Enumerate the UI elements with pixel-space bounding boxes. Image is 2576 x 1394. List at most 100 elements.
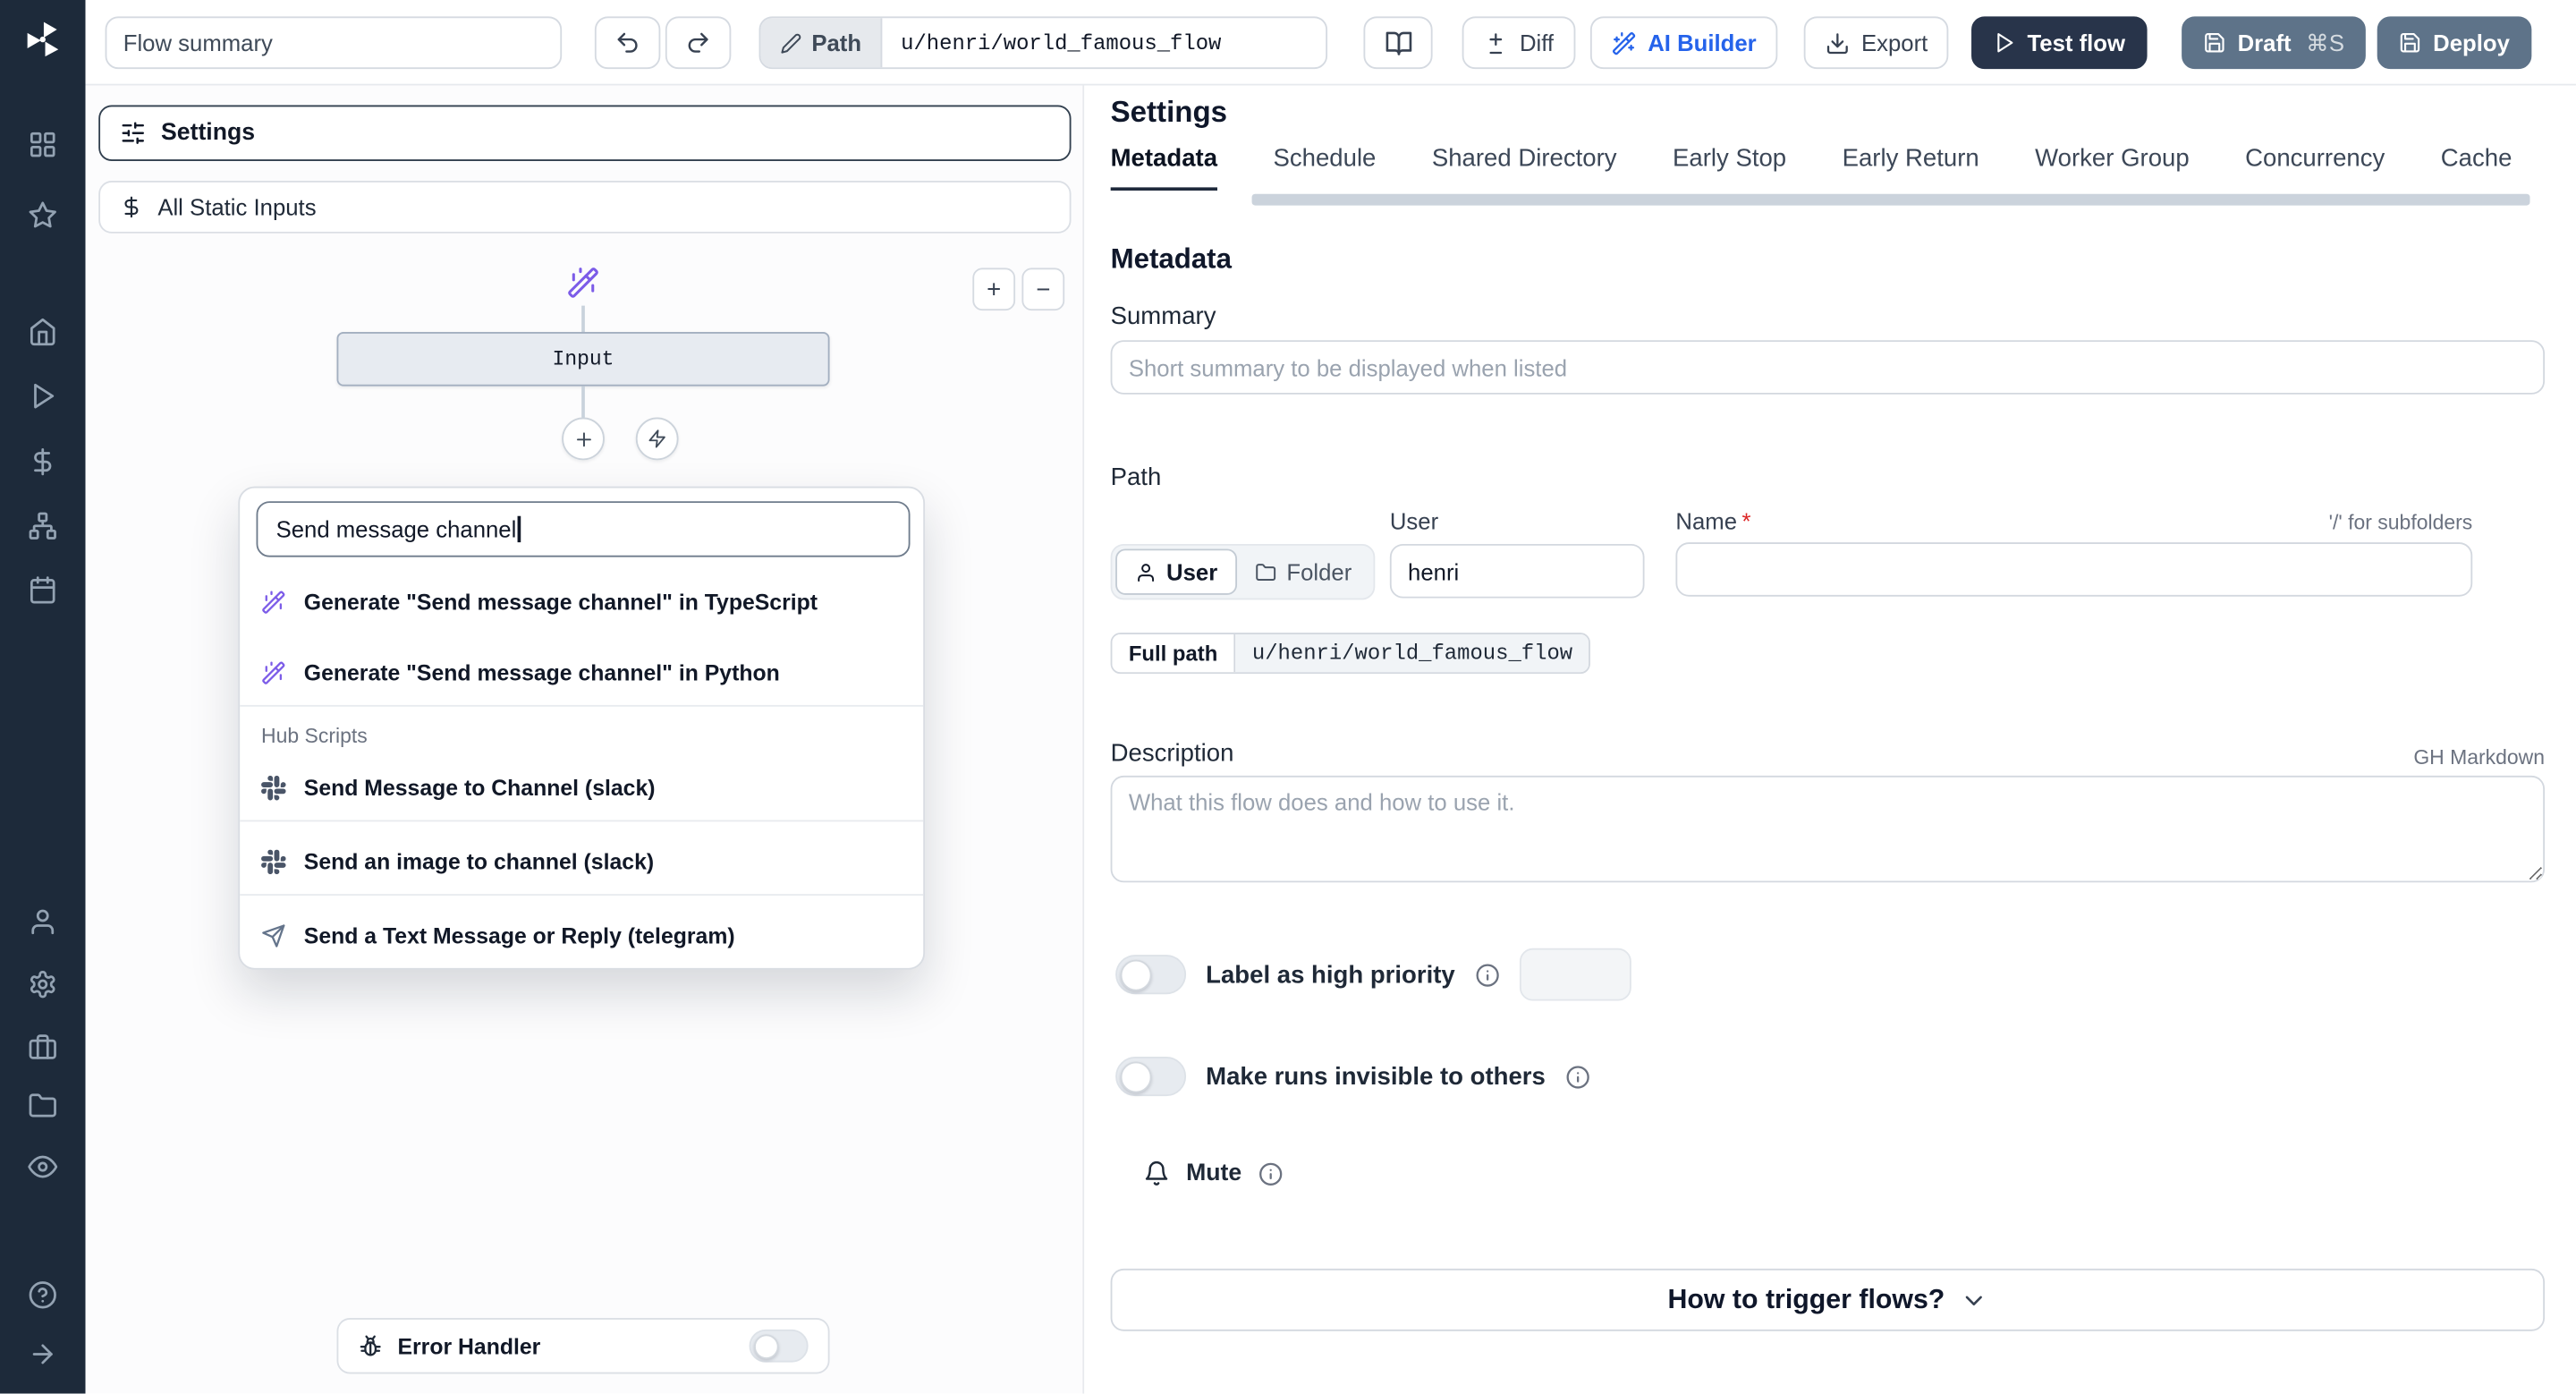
tab-early-stop[interactable]: Early Stop [1673, 145, 1786, 191]
test-flow-button[interactable]: Test flow [1971, 16, 2147, 70]
input-node-label: Input [552, 347, 614, 371]
ai-flow-node[interactable] [567, 267, 600, 300]
high-priority-row: Label as high priority [1115, 948, 1631, 1001]
ai-builder-button[interactable]: AI Builder [1589, 16, 1778, 70]
user-input[interactable] [1389, 543, 1645, 599]
error-handler-node[interactable]: Error Handler [336, 1318, 830, 1374]
info-icon[interactable] [1565, 1064, 1590, 1089]
flow-summary-input[interactable] [105, 16, 563, 70]
invisible-runs-toggle[interactable] [1115, 1056, 1187, 1097]
tab-cache[interactable]: Cache [2441, 145, 2512, 191]
full-path-label: Full path [1112, 633, 1236, 673]
path-value[interactable]: u/henri/world_famous_flow [883, 18, 1326, 67]
hub-telegram-item[interactable]: Send a Text Message or Reply (telegram) [240, 902, 923, 967]
pencil-icon [781, 32, 801, 53]
nav-collapse[interactable] [0, 1324, 86, 1383]
owner-kind-toggle: User Folder [1110, 543, 1376, 600]
tab-worker-group[interactable]: Worker Group [2035, 145, 2190, 191]
toggle-knob [1120, 958, 1152, 990]
zoom-out-button[interactable]: − [1021, 268, 1065, 311]
edit-path-button[interactable]: Path [760, 18, 883, 68]
nav-home[interactable] [0, 302, 86, 361]
step-search-dropdown: Send message channel Generate "Send mess… [238, 486, 926, 970]
tabs-scrollbar[interactable] [1251, 193, 2530, 206]
info-icon[interactable] [1258, 1161, 1284, 1186]
app: Path u/henri/world_famous_flow Diff AI B… [0, 0, 2576, 1394]
export-button[interactable]: Export [1803, 16, 1950, 70]
nav-workers[interactable] [0, 1017, 86, 1076]
nav-folders[interactable] [0, 1076, 86, 1135]
invisible-runs-label: Make runs invisible to others [1206, 1062, 1546, 1091]
summary-input[interactable] [1110, 340, 2546, 395]
zoom-in-button[interactable]: + [972, 268, 1016, 311]
description-label: Description [1110, 739, 1234, 768]
docs-button[interactable] [1363, 16, 1433, 70]
result-label: Send a Text Message or Reply (telegram) [303, 922, 735, 948]
nav-user[interactable] [0, 892, 86, 951]
tab-metadata[interactable]: Metadata [1110, 145, 1218, 191]
nav-flows[interactable] [0, 497, 86, 556]
name-input[interactable] [1675, 542, 2473, 597]
nav-schedules[interactable] [0, 560, 86, 619]
user-icon [31, 909, 55, 935]
nav-audit[interactable] [0, 1137, 86, 1196]
wand-sparkles-icon [262, 661, 285, 684]
nav-runs[interactable] [0, 367, 86, 426]
hub-slack-image-item[interactable]: Send an image to channel (slack) [240, 830, 924, 897]
description-textarea[interactable] [1110, 775, 2546, 883]
hub-scripts-label: Hub Scripts [261, 724, 368, 748]
nav-help[interactable] [0, 1265, 86, 1324]
tab-schedule[interactable]: Schedule [1273, 145, 1376, 191]
windmill-logo[interactable] [0, 18, 86, 61]
error-handler-label: Error Handler [397, 1333, 541, 1359]
result-label: Generate "Send message channel" in TypeS… [303, 589, 818, 615]
info-icon[interactable] [1475, 962, 1500, 987]
step-search-input[interactable]: Send message channel [256, 501, 911, 557]
mute-label[interactable]: Mute [1186, 1160, 1241, 1186]
folder-icon [1256, 563, 1276, 581]
hub-slack-message-item[interactable]: Send Message to Channel (slack) [240, 756, 924, 822]
add-step-button[interactable] [562, 417, 605, 461]
subfolder-hint: '/' for subfolders [2328, 511, 2473, 534]
nav-settings[interactable] [0, 955, 86, 1014]
owner-kind-user-button[interactable]: User [1115, 548, 1238, 595]
deploy-label: Deploy [2433, 30, 2510, 56]
high-priority-toggle[interactable] [1115, 955, 1187, 995]
gear-icon [30, 971, 55, 999]
diff-button[interactable]: Diff [1462, 16, 1575, 70]
undo-icon [617, 32, 638, 53]
tab-shared-directory[interactable]: Shared Directory [1432, 145, 1617, 191]
static-inputs-label: All Static Inputs [157, 193, 317, 221]
bug-icon [360, 1334, 381, 1356]
draft-button[interactable]: Draft ⌘S [2182, 16, 2366, 70]
owner-kind-user-label: User [1166, 558, 1218, 585]
flow-graph-panel: Settings All Static Inputs + − Input Sen… [85, 85, 1085, 1394]
toggle-knob [1120, 1060, 1152, 1092]
input-node[interactable]: Input [336, 332, 830, 387]
sliders-icon [122, 122, 145, 145]
flow-settings-button[interactable]: Settings [98, 105, 1072, 161]
owner-kind-folder-button[interactable]: Folder [1237, 548, 1369, 594]
nav-apps[interactable] [0, 115, 86, 174]
static-inputs-button[interactable]: All Static Inputs [98, 181, 1072, 234]
undo-button[interactable] [594, 16, 661, 70]
required-marker: * [1741, 507, 1751, 534]
bell-icon [1145, 1161, 1168, 1186]
redo-button[interactable] [665, 16, 732, 70]
flow-edge [581, 305, 584, 333]
sidebar [0, 0, 86, 1394]
error-handler-toggle[interactable] [749, 1329, 809, 1363]
generate-typescript-item[interactable]: Generate "Send message channel" in TypeS… [240, 568, 923, 633]
plus-icon [576, 431, 590, 446]
markdown-hint: GH Markdown [2413, 745, 2546, 769]
deploy-button[interactable]: Deploy [2377, 16, 2531, 70]
nav-favorites[interactable] [0, 186, 86, 245]
add-trigger-button[interactable] [635, 417, 679, 461]
settings-title: Settings [1110, 95, 1228, 129]
generate-python-item[interactable]: Generate "Send message channel" in Pytho… [240, 641, 924, 707]
nav-variables[interactable] [0, 432, 86, 491]
tab-concurrency[interactable]: Concurrency [2245, 145, 2385, 191]
tab-early-return[interactable]: Early Return [1843, 145, 1979, 191]
summary-label: Summary [1110, 302, 1216, 331]
trigger-help-button[interactable]: How to trigger flows? [1110, 1268, 2546, 1331]
